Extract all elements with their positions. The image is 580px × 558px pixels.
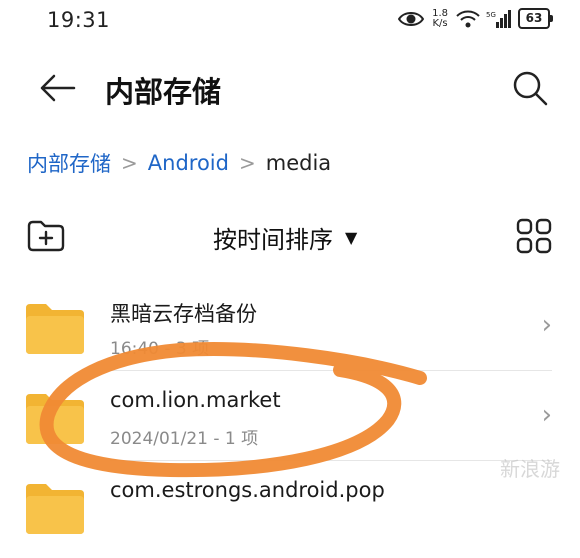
breadcrumb: 内部存储 > Android > media [27,148,331,178]
folder-icon [26,394,84,444]
breadcrumb-separator: > [238,151,256,175]
network-speed-value: 1.8 [432,7,448,19]
caret-down-icon: ▼ [345,228,358,247]
file-meta: 16:40 - 3 项 [110,339,210,359]
file-name: com.lion.market [110,388,281,412]
watermark-logo: 新浪游 [500,457,560,481]
divider [110,460,552,461]
wifi-icon [456,10,480,27]
file-name: com.estrongs.android.pop [110,478,385,502]
list-item[interactable]: 黑暗云存档备份 16:40 - 3 项 › [0,290,580,378]
network-speed: 1.8 K/s [432,7,448,29]
grid-view-icon[interactable] [516,218,552,254]
chevron-right-icon: › [541,310,552,340]
list-item[interactable]: com.lion.market 2024/01/21 - 1 项 › [0,380,580,468]
folder-icon [26,304,84,354]
chevron-right-icon: › [541,400,552,430]
search-icon[interactable] [510,68,550,108]
status-bar: 19:31 1.8 K/s 5G 63 [0,0,580,44]
breadcrumb-item-android[interactable]: Android [148,151,229,175]
arrow-left-icon[interactable] [38,70,78,106]
page-title: 内部存储 [105,75,222,109]
sort-label: 按时间排序 [213,226,333,254]
breadcrumb-separator: > [121,151,138,175]
network-speed-unit: K/s [432,17,448,29]
folder-icon [26,484,84,534]
toolbar: 按时间排序 ▼ [0,212,580,262]
title-bar: 内部存储 [0,60,580,116]
breadcrumb-item-internal-storage[interactable]: 内部存储 [27,148,111,178]
new-folder-icon[interactable] [26,218,66,254]
svg-text:新浪游: 新浪游 [500,457,560,481]
status-icons: 1.8 K/s 5G 63 [398,7,553,29]
svg-text:5G: 5G [486,11,496,19]
breadcrumb-item-media: media [265,151,332,175]
list-item[interactable]: com.estrongs.android.pop [0,470,580,558]
file-name: 黑暗云存档备份 [110,302,257,326]
status-time: 19:31 [47,8,111,32]
file-meta: 2024/01/21 - 1 项 [110,429,259,449]
battery-indicator: 63 [518,8,553,29]
sort-dropdown[interactable]: 按时间排序 ▼ [213,220,357,255]
eye-icon [398,11,425,26]
signal-5g-icon: 5G [486,9,511,28]
divider [110,370,552,371]
